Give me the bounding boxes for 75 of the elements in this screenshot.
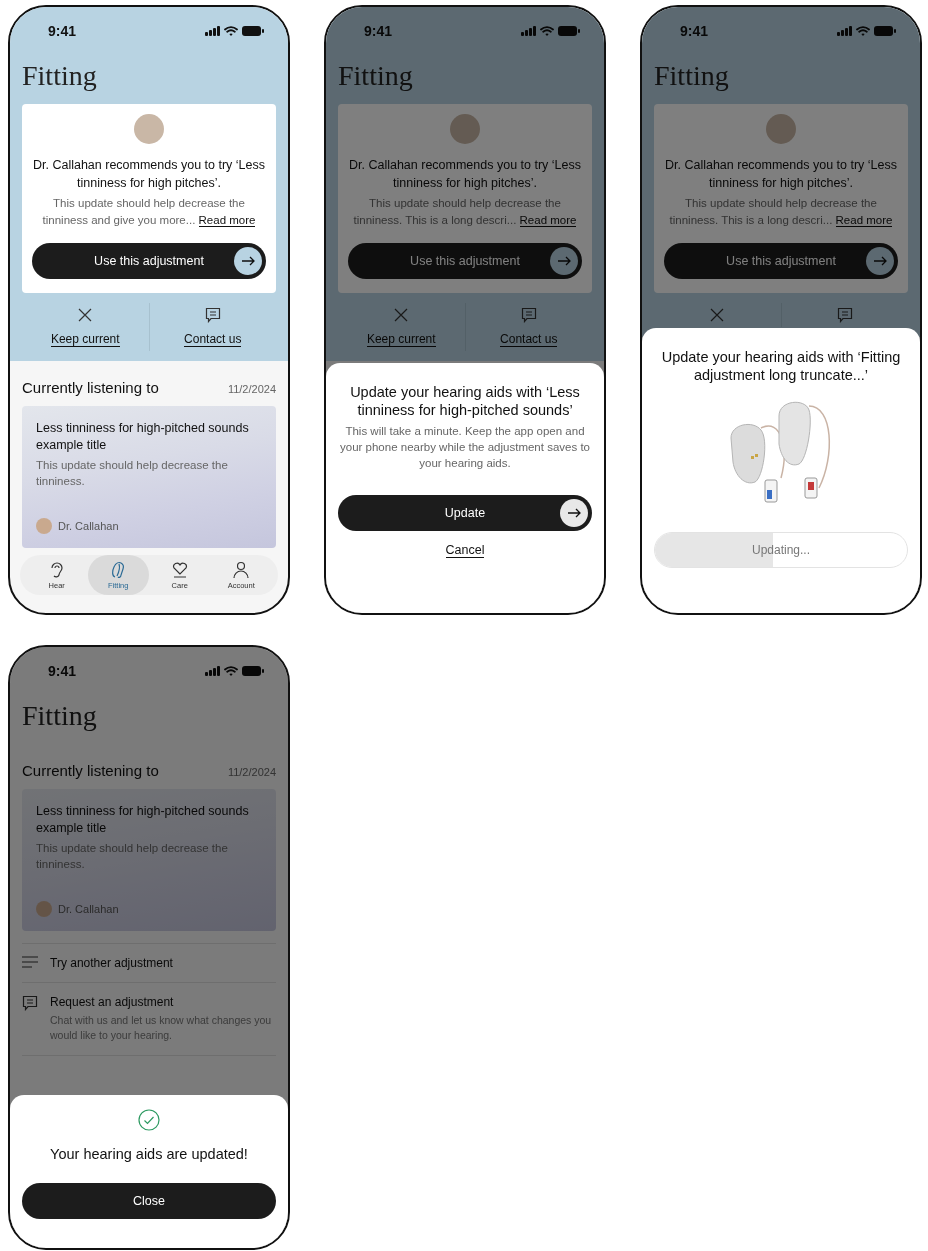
page-title: Fitting (338, 60, 414, 92)
battery-icon (242, 666, 264, 676)
adjustment-title: Less tinniness for high-pitched sounds example title (36, 420, 250, 454)
signal-icon (205, 666, 220, 676)
sheet-button[interactable]: Update (338, 495, 592, 531)
option-title: Try another adjustment (50, 956, 173, 970)
read-more-link[interactable]: Read more (198, 214, 256, 227)
battery-icon (558, 26, 580, 36)
heart-icon (171, 560, 188, 579)
section-heading: Currently listening to (22, 762, 159, 779)
date-text: 11/2/2024 (227, 383, 276, 395)
wifi-icon (540, 26, 554, 36)
option-row[interactable]: Request an adjustment Chat with us and let us know what changes you would like to your hearing. (22, 982, 276, 1056)
recommendation-headline: Dr. Callahan recommends you to try ‘Less tinniness for high pitches’. (664, 157, 898, 192)
adjustment-description: This update should help decrease the tinniness. (36, 458, 229, 489)
avatar (36, 518, 52, 534)
recommendation-text: This update should help decrease the tinniness and give you more... Read more (41, 196, 257, 229)
page-title: Fitting (22, 60, 98, 92)
adjustment-card[interactable]: Less tinniness for high-pitched sounds example title This update should help decrease the tinniness. Dr. Callahan (22, 406, 276, 548)
read-more-link[interactable]: Read more (519, 214, 577, 227)
adjustment-description: This update should help decrease the tinniness. (36, 841, 229, 872)
recommendation-headline: Dr. Callahan recommends you to try ‘Less tinniness for high pitches’. (32, 157, 266, 192)
sheet-title: Your hearing aids are updated! (50, 1145, 248, 1163)
action-link[interactable]: Keep current (366, 332, 436, 347)
avatar (766, 114, 796, 144)
status-time: 9:41 (680, 23, 709, 39)
author-name: Dr. Callahan (58, 520, 119, 532)
page-title: Fitting (654, 60, 730, 92)
use-adjustment-button[interactable]: Use this adjustment (348, 243, 582, 279)
signal-icon (837, 26, 852, 36)
signal-icon (521, 26, 536, 36)
close-icon[interactable] (77, 307, 94, 323)
use-adjustment-button[interactable]: Use this adjustment (32, 243, 266, 279)
action-link[interactable]: Keep current (50, 332, 120, 347)
recommendation-text: This update should help decrease the tinniness. This is a long descri... Read more (668, 196, 894, 229)
adjustment-title: Less tinniness for high-pitched sounds example title (36, 803, 250, 837)
section-heading: Currently listening to (22, 379, 159, 396)
avatar (134, 114, 164, 144)
sheet-text: This will take a minute. Keep the app open and your phone nearby while the adjustment saves to your hearing aids. (339, 424, 591, 471)
status-time: 9:41 (48, 23, 77, 39)
action-link[interactable]: Contact us (500, 332, 558, 347)
date-text: 11/2/2024 (227, 766, 276, 778)
read-more-link[interactable]: Read more (835, 214, 893, 227)
chat-icon[interactable] (204, 307, 221, 323)
signal-icon (205, 26, 220, 36)
battery-icon (242, 26, 264, 36)
hearing-aid-icon (110, 560, 127, 579)
action-link[interactable]: Contact us (184, 332, 242, 347)
status-time: 9:41 (48, 663, 77, 679)
option-row[interactable]: Try another adjustment (22, 943, 276, 982)
person-icon (233, 560, 250, 579)
option-title: Request an adjustment (50, 995, 175, 1009)
list-icon (22, 956, 38, 968)
recommendation-headline: Dr. Callahan recommends you to try ‘Less tinniness for high pitches’. (348, 157, 582, 192)
status-time: 9:41 (364, 23, 393, 39)
cancel-link[interactable]: Cancel (445, 543, 485, 558)
progress-label: Updating... (751, 543, 810, 557)
wifi-icon (224, 26, 238, 36)
ear-icon (48, 560, 65, 579)
wifi-icon (856, 26, 870, 36)
avatar (450, 114, 480, 144)
author-name: Dr. Callahan (58, 903, 119, 915)
sheet-title: Update your hearing aids with ‘Less tinniness for high-pitched sounds’ (349, 383, 581, 419)
option-description: Chat with us and let us know what changes you would like to your hearing. (50, 1013, 273, 1043)
battery-icon (874, 26, 896, 36)
avatar (36, 901, 52, 917)
chat-icon (22, 995, 38, 1011)
wifi-icon (224, 666, 238, 676)
sheet-title: Update your hearing aids with ‘Fitting adjustment long truncate...’ (660, 348, 902, 384)
adjustment-card[interactable]: Less tinniness for high-pitched sounds example title This update should help decrease the tinniness. Dr. Callahan (22, 789, 276, 931)
sheet-button[interactable]: Close (22, 1183, 276, 1219)
use-adjustment-button[interactable]: Use this adjustment (664, 243, 898, 279)
page-title: Fitting (22, 700, 98, 732)
recommendation-text: This update should help decrease the tinniness. This is a long descri... Read more (352, 196, 578, 229)
check-icon (138, 1109, 160, 1131)
